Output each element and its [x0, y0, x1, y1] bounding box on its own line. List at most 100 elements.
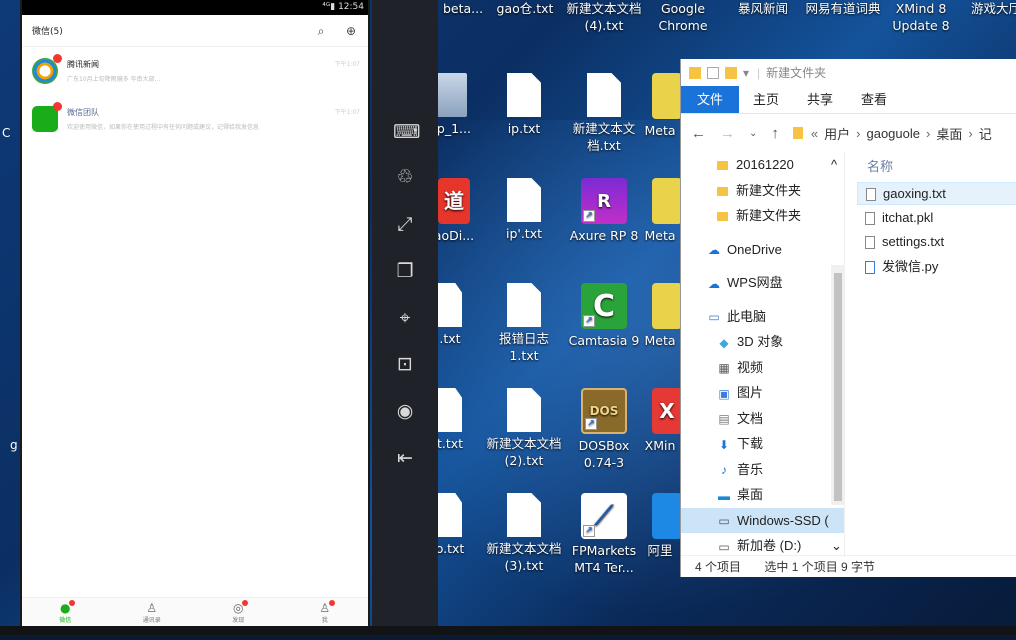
breadcrumb-item[interactable]: 桌面: [936, 124, 962, 143]
nav-item-desktop[interactable]: ▬ 桌面: [681, 482, 844, 508]
desktop-icon[interactable]: 阿里: [640, 493, 682, 559]
file-item[interactable]: settings.txt: [857, 231, 1016, 254]
desktop-icon-label: Camtasia 9: [568, 333, 640, 348]
tab-view[interactable]: 查看: [847, 86, 901, 113]
desktop-icon-top-8[interactable]: 游戏大厅: [966, 0, 1016, 17]
nav-label: 音乐: [737, 461, 764, 477]
file-name: itchat.pkl: [882, 209, 934, 225]
folder-icon: [792, 127, 803, 139]
tab-me[interactable]: ♙ 我: [282, 598, 369, 627]
new-folder-icon[interactable]: [725, 66, 737, 79]
address-bar: ← → ⌄ ↑ « 用户 › gaoguole › 桌面 › 记: [691, 124, 992, 143]
folder-icon: [717, 186, 728, 196]
nav-item-this-pc[interactable]: ▭ 此电脑: [681, 304, 844, 330]
multiwindow-icon[interactable]: ❐: [393, 259, 417, 283]
desktop-icon[interactable]: 新建文本文档 (2).txt: [483, 388, 565, 469]
forward-icon[interactable]: →: [720, 125, 735, 142]
tab-chats[interactable]: ● 微信: [22, 598, 109, 627]
desktop-icon-top-3[interactable]: 新建文本文档 (4).txt: [562, 0, 646, 34]
location-icon[interactable]: ⌖: [393, 306, 417, 330]
nav-item-wps-drive[interactable]: ☁ WPS网盘: [681, 270, 844, 296]
add-icon[interactable]: ⊕: [344, 24, 358, 38]
file-name: settings.txt: [882, 234, 945, 249]
desktop-icon[interactable]: ip'.txt: [483, 178, 565, 242]
column-header-name[interactable]: 名称: [857, 154, 1016, 180]
folder-icon: [717, 161, 728, 171]
up-icon[interactable]: ↑: [771, 125, 779, 142]
desktop-icon[interactable]: Meta: [640, 178, 682, 244]
tab-file[interactable]: 文件: [681, 86, 740, 113]
desktop-icon[interactable]: ip.txt: [483, 73, 565, 137]
desktop-icon[interactable]: 新建文本文档 (3).txt: [483, 493, 565, 574]
nav-label: 新加卷 (D:): [737, 538, 802, 553]
desktop-icon[interactable]: DOS ↗ DOSBox 0.74-3: [563, 388, 645, 471]
back-icon[interactable]: ←: [691, 125, 706, 142]
search-icon[interactable]: ⌕: [314, 24, 328, 38]
rotate-icon[interactable]: ♲: [393, 165, 417, 189]
desktop-icon[interactable]: ⟋ ↗ FPMarkets MT4 Ter...: [563, 493, 645, 576]
nav-scrollbar[interactable]: [831, 265, 845, 505]
scrollbar-thumb[interactable]: [834, 273, 842, 501]
tab-discover[interactable]: ◎ 发现: [195, 598, 282, 627]
nav-item-videos[interactable]: ▦ 视频: [681, 355, 844, 381]
collapse-icon[interactable]: ^: [831, 152, 837, 178]
file-item[interactable]: itchat.pkl: [857, 207, 1016, 230]
desktop-icon-top-5[interactable]: 暴风新闻: [728, 0, 798, 17]
recent-locations-icon[interactable]: ⌄: [749, 128, 757, 139]
record-icon[interactable]: ◉: [393, 399, 417, 423]
status-time: 12:54: [338, 2, 364, 12]
desktop-icon-top-2[interactable]: gao仓.txt: [490, 0, 560, 17]
tab-label: 通讯录: [142, 617, 161, 624]
breadcrumb-item[interactable]: 用户: [824, 124, 850, 143]
desktop-icon-label: 暴风新闻: [737, 1, 788, 16]
desktop-icon[interactable]: X XMin: [640, 388, 682, 454]
nav-item-music[interactable]: ♪ 音乐: [681, 457, 844, 483]
nav-item-20161220[interactable]: 20161220 ^: [681, 152, 844, 178]
dropdown-icon[interactable]: ▾: [743, 66, 749, 80]
tab-share[interactable]: 共享: [793, 86, 847, 113]
exit-icon[interactable]: ⇤: [393, 446, 417, 470]
nav-item-downloads[interactable]: ⬇ 下载: [681, 431, 844, 457]
desktop-edge-text: g: [10, 438, 18, 452]
xmind-icon: X: [652, 388, 682, 434]
text-file-icon: [438, 493, 462, 537]
nav-label: OneDrive: [727, 241, 782, 257]
chat-list-item[interactable]: 腾讯新闻 广东10月上旬降雨偏多 华南大部... 下午1:07: [22, 47, 368, 95]
nav-item-documents[interactable]: ▤ 文档: [681, 406, 844, 432]
profile-icon: ♙: [319, 600, 336, 615]
desktop-icon[interactable]: 报错日志 1.txt: [483, 283, 565, 364]
nav-item-onedrive[interactable]: ☁ OneDrive: [681, 237, 844, 263]
desktop-icon[interactable]: C ↗ Camtasia 9: [563, 283, 645, 349]
desktop-icon-top-1[interactable]: beta...: [438, 0, 488, 17]
desktop-icon[interactable]: Meta: [640, 283, 682, 349]
desktop-icon[interactable]: 新建文本文 档.txt: [563, 73, 645, 154]
nav-item-pictures[interactable]: ▣ 图片: [681, 380, 844, 406]
desktop-icon[interactable]: R ↗ Axure RP 8: [563, 178, 645, 244]
nav-item-volume-d[interactable]: ▭ 新加卷 (D:) ⌄: [681, 533, 844, 557]
chat-list-item[interactable]: 微信团队 欢迎使用微信，如果你在使用过程中有任何问题或建议，记得给我发信息 下午…: [22, 95, 368, 143]
tab-contacts[interactable]: ♙ 通讯录: [109, 598, 196, 627]
nav-item-new-folder[interactable]: 新建文件夹: [681, 178, 844, 204]
desktop-icon-top-4[interactable]: Google Chrome: [648, 0, 718, 34]
desktop-icon-top-6[interactable]: 网易有道词典: [800, 0, 886, 17]
screenshot-icon[interactable]: ⊡: [393, 352, 417, 376]
chat-preview: 广东10月上旬降雨偏多 华南大部...: [67, 76, 161, 83]
chat-name: 腾讯新闻: [67, 60, 99, 69]
breadcrumb-item[interactable]: 记: [979, 124, 992, 143]
wechat-tab-bar: ● 微信 ♙ 通讯录 ◎ 发现 ♙ 我: [22, 597, 368, 627]
file-item[interactable]: 发微信.py: [857, 256, 1016, 279]
desktop-icon-top-7[interactable]: XMind 8 Update 8: [886, 0, 956, 34]
breadcrumb-item[interactable]: gaoguole: [866, 126, 920, 141]
nav-item-windows-ssd[interactable]: ▭ Windows-SSD (: [681, 507, 844, 533]
tab-label: 微信: [59, 617, 72, 624]
properties-icon[interactable]: [707, 66, 719, 79]
nav-item-new-folder[interactable]: 新建文件夹: [681, 203, 844, 229]
desktop-icon-sublabel: 0.74-3: [583, 455, 625, 470]
fullscreen-icon[interactable]: ⤢: [393, 212, 417, 236]
file-item[interactable]: gaoxing.txt: [857, 182, 1016, 205]
desktop-icon[interactable]: Meta: [640, 73, 682, 139]
keyboard-icon[interactable]: ⌨: [393, 120, 420, 144]
tab-home[interactable]: 主页: [739, 86, 793, 113]
nav-item-3d-objects[interactable]: ◆ 3D 对象: [681, 329, 844, 355]
scroll-down-icon[interactable]: ⌄: [831, 533, 842, 557]
